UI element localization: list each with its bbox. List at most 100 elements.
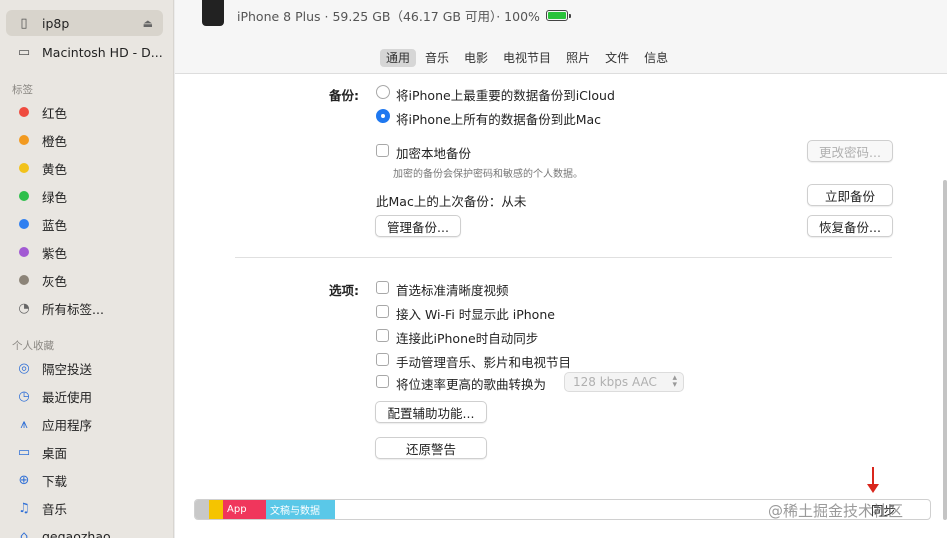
red-tag-dot [19,107,29,117]
sidebar-item-downloads[interactable]: ⊕ 下载 [6,467,163,493]
sidebar-item-label: 音乐 [42,501,68,517]
backup-mac-radio[interactable] [376,109,390,123]
storage-segment-yellow [209,500,223,519]
tab-tv-shows[interactable]: 电视节目 [497,49,557,67]
sidebar-all-tags[interactable]: ◔ 所有标签... [6,295,163,321]
clock-icon: ◷ [18,388,30,404]
sidebar-tag-green[interactable]: 绿色 [6,183,163,209]
sidebar-tag-gray[interactable]: 灰色 [6,267,163,293]
storage-bar: App 文稿与数据 [194,499,931,520]
backup-mac-label: 将iPhone上所有的数据备份到此Mac [396,112,602,127]
sidebar-item-recents[interactable]: ◷ 最近使用 [6,383,163,409]
sidebar-item-label: gegaozhao [42,528,111,538]
airdrop-icon: ◎ [18,360,30,376]
device-header: iPhone 8 Plus · 59.25 GB（46.17 GB 可用）· 1… [175,0,947,74]
option-auto-sync-checkbox[interactable] [376,329,389,342]
encrypt-backup-checkbox[interactable] [376,144,389,157]
sidebar-tag-yellow[interactable]: 黄色 [6,155,163,181]
backup-icloud-label: 将iPhone上最重要的数据备份到iCloud [396,88,615,103]
tab-photos[interactable]: 照片 [560,49,596,67]
gray-tag-dot [19,275,29,285]
option-wifi-checkbox[interactable] [376,305,389,318]
tab-files[interactable]: 文件 [599,49,635,67]
sidebar-item-label: 灰色 [42,273,68,289]
music-icon: ♫ [18,500,30,516]
backup-icloud-radio[interactable] [376,85,390,99]
option-wifi-label: 接入 Wi-Fi 时显示此 iPhone [396,307,555,322]
device-summary: iPhone 8 Plus · 59.25 GB（46.17 GB 可用）· 1… [237,6,571,25]
option-convert-bitrate-checkbox[interactable] [376,375,389,388]
storage-segment-app: App [223,500,266,519]
sidebar-item-label: 应用程序 [42,417,93,433]
storage-segment-documents: 文稿与数据 [266,500,335,519]
sidebar-tag-blue[interactable]: 蓝色 [6,211,163,237]
yellow-tag-dot [19,163,29,173]
iphone-icon [202,0,224,26]
sidebar-item-label: Macintosh HD - D... [42,44,163,60]
sidebar-item-home[interactable]: ⌂ gegaozhao [6,523,163,538]
sidebar-item-label: 下载 [42,473,68,489]
purple-tag-dot [19,247,29,257]
desktop-icon: ▭ [17,444,31,460]
tab-bar: 通用 音乐 电影 电视节目 照片 文件 信息 [380,49,677,67]
section-divider [235,257,892,258]
option-convert-bitrate-label: 将位速率更高的歌曲转换为 [396,377,547,392]
sidebar-item-label: 桌面 [42,445,68,461]
bitrate-select[interactable]: 128 kbps AAC ▴ ▾ [564,372,684,392]
main-panel: iPhone 8 Plus · 59.25 GB（46.17 GB 可用）· 1… [175,0,947,538]
option-manual-manage-checkbox[interactable] [376,353,389,366]
last-backup-text: 此Mac上的上次备份：从未 [376,194,527,209]
reset-warnings-button[interactable]: 还原警告 [375,437,487,459]
sidebar-item-music[interactable]: ♫ 音乐 [6,495,163,521]
sidebar-item-macintosh-hd[interactable]: ▭ Macintosh HD - D... [6,39,163,65]
tags-heading: 标签 [12,84,33,96]
scrollbar[interactable] [943,180,947,520]
home-icon: ⌂ [19,528,29,538]
tab-music[interactable]: 音乐 [419,49,455,67]
sync-button[interactable]: 同步 [865,499,902,520]
manage-backups-button[interactable]: 管理备份... [375,215,461,237]
sidebar-item-applications[interactable]: ⩚ 应用程序 [6,411,163,437]
option-auto-sync-label: 连接此iPhone时自动同步 [396,331,539,346]
updown-chevron-icon: ▴ ▾ [672,373,677,390]
sidebar-tag-orange[interactable]: 橙色 [6,127,163,153]
sidebar-tag-purple[interactable]: 紫色 [6,239,163,265]
eject-icon[interactable]: ⏏ [143,17,153,30]
configure-accessibility-button[interactable]: 配置辅助功能... [375,401,487,423]
device-subtitle: iPhone 8 Plus · 59.25 GB（46.17 GB 可用）· 1… [237,9,540,24]
sidebar-item-desktop[interactable]: ▭ 桌面 [6,439,163,465]
sidebar-item-airdrop[interactable]: ◎ 隔空投送 [6,355,163,381]
sidebar-item-label: 紫色 [42,245,68,261]
sidebar-item-label: 黄色 [42,161,68,177]
restore-backup-button[interactable]: 恢复备份... [807,215,893,237]
backup-now-button[interactable]: 立即备份 [807,184,893,206]
encrypt-backup-hint: 加密的备份会保护密码和敏感的个人数据。 [393,169,583,180]
sidebar-item-label: ip8p [42,15,70,31]
download-icon: ⊕ [18,472,30,488]
sidebar-item-label: 橙色 [42,133,68,149]
sidebar-item-device[interactable]: ▯ ip8p ⏏ [6,10,163,36]
apps-icon: ⩚ [20,416,28,432]
sidebar-item-label: 蓝色 [42,217,68,233]
sidebar-item-label: 红色 [42,105,68,121]
tab-info[interactable]: 信息 [638,49,674,67]
disk-icon: ▭ [17,44,31,60]
tab-general[interactable]: 通用 [380,49,417,67]
sidebar: ▯ ip8p ⏏ ▭ Macintosh HD - D... 标签 红色 橙色 … [0,0,174,538]
red-arrow-annotation [867,467,879,493]
blue-tag-dot [19,219,29,229]
backup-label: 备份: [329,88,359,103]
sidebar-item-label: 最近使用 [42,389,93,405]
options-label: 选项: [329,283,359,298]
sidebar-item-label: 隔空投送 [42,361,93,377]
favorites-heading: 个人收藏 [12,340,54,352]
sidebar-tag-red[interactable]: 红色 [6,99,163,125]
tab-movies[interactable]: 电影 [458,49,494,67]
option-manual-manage-label: 手动管理音乐、影片和电视节目 [396,355,572,370]
option-sd-video-checkbox[interactable] [376,281,389,294]
green-tag-dot [19,191,29,201]
sidebar-item-label: 绿色 [42,189,68,205]
phone-icon: ▯ [20,15,28,31]
bitrate-select-value: 128 kbps AAC [573,375,657,389]
change-password-button[interactable]: 更改密码... [807,140,893,162]
